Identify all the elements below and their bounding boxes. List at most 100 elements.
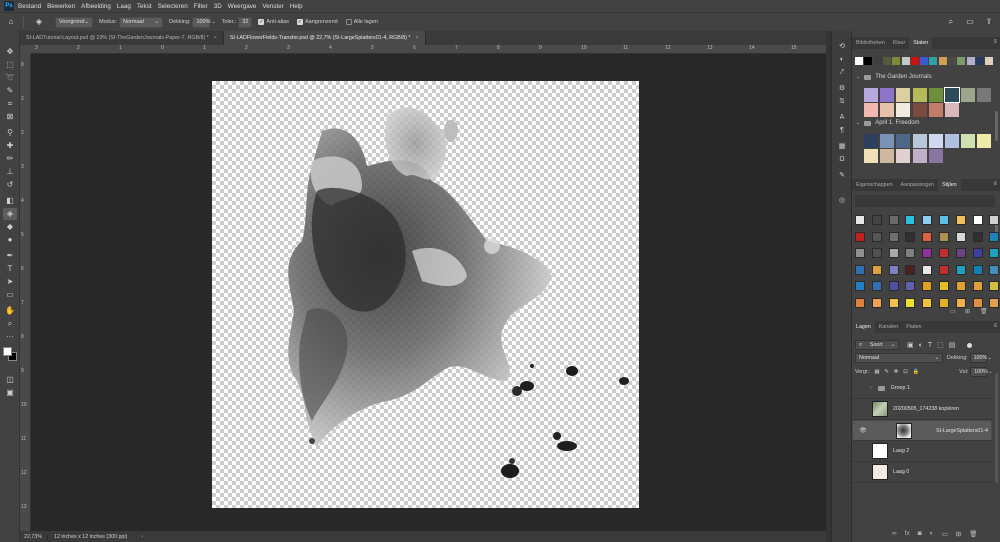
style-preset[interactable] <box>955 281 966 291</box>
layer-row-photo[interactable]: 20200505_174238 kopiëren <box>852 399 992 420</box>
menu-filter[interactable]: Filter <box>194 3 208 10</box>
fill-source-select[interactable]: Voorgrond ⌄ <box>55 16 93 28</box>
layer-row-selected[interactable]: 👁 SI-LargeSplatters01-4 <box>852 420 992 441</box>
style-preset[interactable] <box>955 231 966 242</box>
style-preset[interactable] <box>989 248 1000 258</box>
new-group-icon[interactable]: ▭ <box>942 530 948 538</box>
style-preset[interactable] <box>905 264 916 275</box>
color-swatch[interactable] <box>855 57 863 65</box>
style-preset[interactable] <box>905 281 916 291</box>
share-icon[interactable]: ⇪ <box>984 17 994 27</box>
foreground-color-swatch-top[interactable] <box>3 347 12 356</box>
color-swatch[interactable] <box>928 88 943 102</box>
new-group-icon[interactable]: ▭ <box>950 308 956 315</box>
tolerance-input[interactable]: 32 <box>238 16 253 28</box>
layer-kind-filter[interactable]: ⌕ Soort ⌄ <box>855 340 899 350</box>
color-swatch[interactable] <box>892 57 901 65</box>
horizontal-ruler[interactable]: 3 2 1 0 1 2 3 4 5 6 7 8 9 10 11 12 13 14 15 <box>31 45 826 54</box>
quick-mask-icon[interactable]: ◫ <box>3 374 17 386</box>
eyedropper-tool-icon[interactable]: ⚲ <box>3 127 17 139</box>
style-preset[interactable] <box>989 215 1000 225</box>
swatch-group-header[interactable]: ⌄ April 1. Freedom <box>856 120 920 126</box>
color-swatch[interactable] <box>961 134 976 148</box>
color-swatch[interactable] <box>966 57 975 65</box>
color-swatch[interactable] <box>928 134 943 148</box>
shape-filter-icon[interactable]: ⬚ <box>937 341 944 349</box>
color-swatch[interactable] <box>945 103 959 117</box>
style-preset[interactable] <box>989 231 1000 242</box>
style-preset[interactable] <box>888 231 899 242</box>
history-brush-tool-icon[interactable]: ↺ <box>3 179 17 191</box>
style-preset[interactable] <box>939 248 949 258</box>
tab-swatches[interactable]: Stalen <box>909 37 933 49</box>
dodge-tool-icon[interactable]: ● <box>3 234 17 246</box>
color-swatch[interactable] <box>864 149 878 163</box>
style-preset[interactable] <box>855 297 865 308</box>
brush-tool-icon[interactable]: ✏ <box>3 153 17 165</box>
eye-icon[interactable]: 👁 <box>858 427 868 434</box>
style-preset[interactable] <box>939 231 949 242</box>
style-preset[interactable] <box>871 297 882 308</box>
clone-stamp-tool-icon[interactable]: ⊥ <box>3 166 17 178</box>
style-preset[interactable] <box>922 281 933 291</box>
style-preset[interactable] <box>905 248 916 258</box>
style-preset[interactable] <box>888 281 899 291</box>
color-swatch[interactable] <box>864 88 878 102</box>
style-preset[interactable] <box>922 215 933 225</box>
vertical-ruler[interactable]: 8 2 2 3 4 5 6 7 8 9 10 11 12 13 <box>20 54 31 531</box>
color-swatch[interactable] <box>985 57 994 65</box>
style-preset[interactable] <box>922 248 933 258</box>
style-preset[interactable] <box>922 231 933 242</box>
lock-position-icon[interactable]: ✥ <box>894 369 898 375</box>
menu-weergave[interactable]: Weergave <box>228 3 257 10</box>
healing-brush-tool-icon[interactable]: ✚ <box>3 140 17 152</box>
style-preset[interactable] <box>972 248 983 258</box>
adjustment-layer-icon[interactable]: ◐ <box>930 530 934 538</box>
color-swatch[interactable] <box>880 149 895 163</box>
crop-tool-icon[interactable]: ⌗ <box>3 98 17 110</box>
style-preset[interactable] <box>888 264 899 275</box>
color-swatch[interactable] <box>957 57 966 65</box>
layer-opacity-input[interactable]: 100% <box>969 353 987 363</box>
style-preset[interactable] <box>972 215 983 225</box>
quick-select-tool-icon[interactable]: ✎ <box>3 85 17 97</box>
more-tools-icon[interactable]: ··· <box>3 331 17 343</box>
color-swatch[interactable] <box>938 57 947 65</box>
brushes-icon[interactable]: ✎ <box>836 170 848 181</box>
color-swatch[interactable] <box>928 149 943 163</box>
menu-tekst[interactable]: Tekst <box>137 3 152 10</box>
menu-help[interactable]: Help <box>290 3 303 10</box>
color-swatch[interactable] <box>896 149 911 163</box>
panel-menu-icon[interactable]: ≡ <box>993 181 997 187</box>
adjustments-icon[interactable]: ⇅ <box>836 96 848 107</box>
layer-row-paper[interactable]: Laag 0 <box>852 462 992 483</box>
style-preset[interactable] <box>955 248 966 258</box>
new-layer-icon[interactable]: ⊞ <box>956 530 961 538</box>
tab-properties[interactable]: Eigenschappen <box>852 179 897 191</box>
color-swatch[interactable] <box>912 149 927 163</box>
lock-pixels-icon[interactable]: ✎ <box>884 369 888 375</box>
style-preset[interactable] <box>955 297 966 308</box>
panel-menu-icon[interactable]: ≡ <box>993 323 997 329</box>
lock-all-icon[interactable]: 🔒 <box>913 369 920 375</box>
adjustment-filter-icon[interactable]: ◐ <box>919 342 923 349</box>
zoom-level[interactable]: 22,73% <box>20 533 48 540</box>
layer-row-white[interactable]: Laag 2 <box>852 441 992 462</box>
type-filter-icon[interactable]: T <box>928 342 932 349</box>
lock-transparent-icon[interactable]: ▦ <box>874 369 879 375</box>
color-swatch[interactable] <box>929 57 938 65</box>
rectangle-tool-icon[interactable]: ▭ <box>3 289 17 301</box>
color-swatch[interactable] <box>977 88 992 102</box>
chevron-down-icon[interactable]: ⌄ <box>211 19 215 25</box>
mode-select[interactable]: Normaal ⌄ <box>119 16 164 28</box>
blend-mode-select[interactable]: Normaal ⌄ <box>855 353 943 363</box>
style-preset[interactable] <box>905 297 916 308</box>
chevron-right-icon[interactable]: › <box>870 385 872 391</box>
style-preset[interactable] <box>871 231 882 242</box>
style-preset[interactable] <box>939 264 949 275</box>
tab-adjustments[interactable]: Aanpassingen <box>897 179 939 191</box>
add-mask-icon[interactable]: ◙ <box>918 530 922 538</box>
paint-bucket-tool-icon[interactable]: ◈ <box>3 208 17 220</box>
style-preset[interactable] <box>905 231 916 242</box>
style-preset[interactable] <box>939 297 949 308</box>
